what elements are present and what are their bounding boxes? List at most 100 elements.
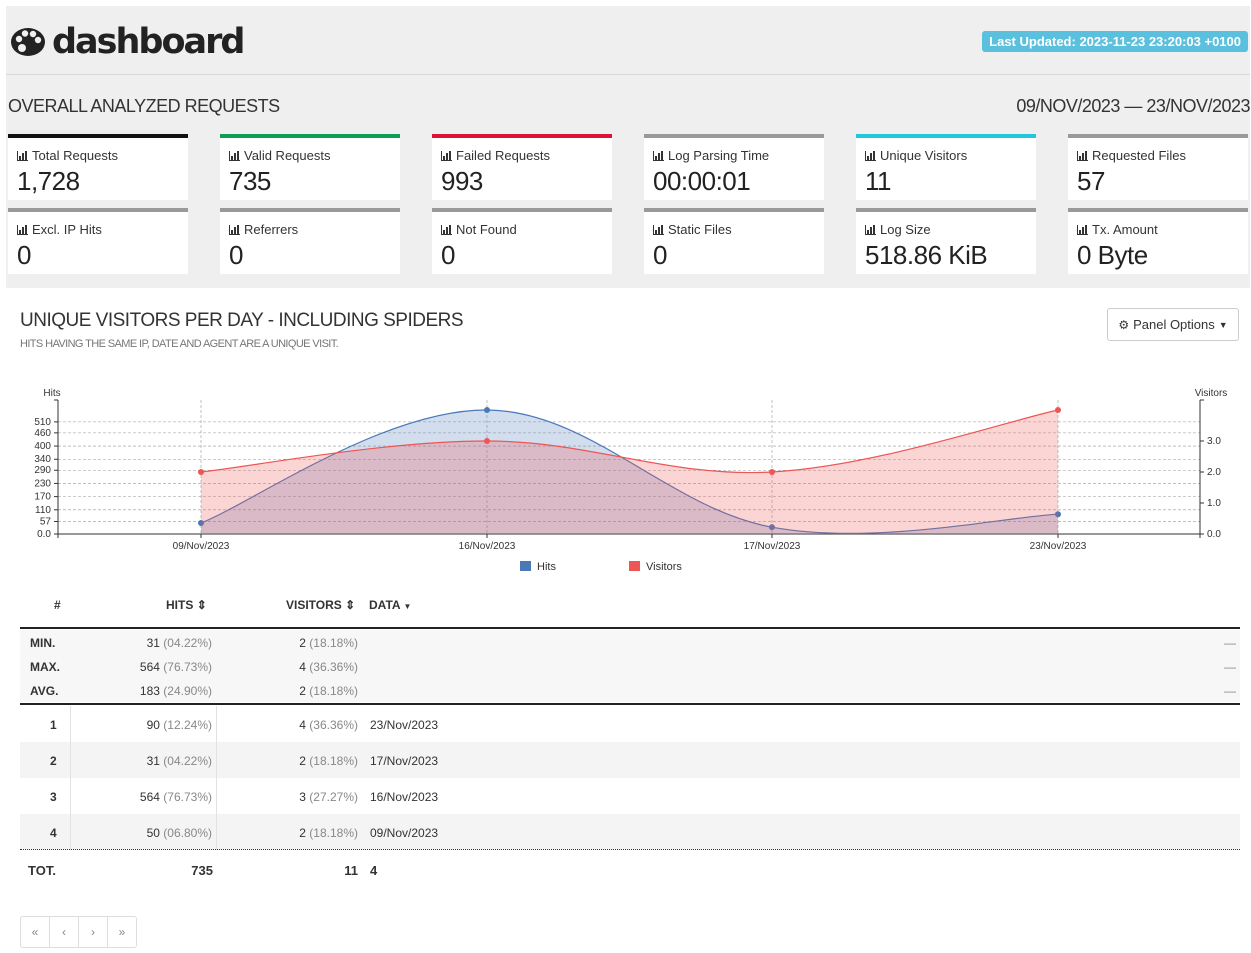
stat-card-label: Unique Visitors <box>865 148 967 163</box>
y-tick-label: 57 <box>40 516 52 527</box>
gear-icon: ⚙ <box>1118 317 1130 332</box>
total-row: TOT. 735 11 4 <box>20 856 1240 892</box>
summary-label: AVG. <box>30 684 59 698</box>
row-num: 4 <box>50 826 57 840</box>
summary-hits-value: 564 <box>139 660 160 674</box>
row-hits: 31 (04.22%) <box>120 754 212 768</box>
table-row[interactable]: 4 50 (06.80%) 2 (18.18%) 09/Nov/2023 <box>20 814 1240 850</box>
panel-subtitle: HITS HAVING THE SAME IP, DATE AND AGENT … <box>20 338 339 350</box>
row-data: 17/Nov/2023 <box>370 754 439 768</box>
series-area <box>201 410 1058 534</box>
pagination: « ‹ › » <box>20 916 137 948</box>
summary-hits-value: 183 <box>139 684 160 698</box>
row-visitors-value: 2 <box>299 754 306 768</box>
first-page-button[interactable]: « <box>21 917 50 947</box>
stat-card-label-text: Referrers <box>244 222 299 237</box>
row-hits: 90 (12.24%) <box>120 718 212 732</box>
data-point <box>198 469 204 475</box>
table-row[interactable]: 1 90 (12.24%) 4 (36.36%) 23/Nov/2023 <box>20 706 1240 742</box>
y-tick-label: 340 <box>34 454 51 465</box>
row-hits-pct: (04.22%) <box>163 754 212 768</box>
row-visitors-pct: (27.27%) <box>309 790 358 804</box>
row-hits-pct: (12.24%) <box>163 718 212 732</box>
stat-card: Failed Requests 993 <box>432 134 612 200</box>
row-num: 1 <box>50 718 57 732</box>
sort-icon: ⇕ <box>345 598 356 612</box>
summary-row: MIN. 31 (04.22%) 2 (18.18%) — <box>20 630 1240 654</box>
stat-card: Log Parsing Time 00:00:01 <box>644 134 824 200</box>
col-header-data[interactable]: DATA ▼ <box>369 598 411 612</box>
col-header-num: # <box>54 598 61 612</box>
stat-card-label: Excl. IP Hits <box>17 222 102 237</box>
stat-card-label-text: Unique Visitors <box>880 148 968 163</box>
stat-card-value: 57 <box>1077 166 1105 196</box>
row-hits-pct: (06.80%) <box>163 826 212 840</box>
overview-title: OVERALL ANALYZED REQUESTS <box>8 96 280 116</box>
stat-card: Valid Requests 735 <box>220 134 400 200</box>
y2-axis-label: Visitors <box>1195 388 1228 399</box>
bar-chart-icon <box>653 224 664 235</box>
row-visitors: 3 (27.27%) <box>270 790 358 804</box>
stat-card: Requested Files 57 <box>1068 134 1248 200</box>
prev-page-button[interactable]: ‹ <box>50 917 79 947</box>
stat-card-label: Failed Requests <box>441 148 550 163</box>
stat-card-value: 0 <box>229 240 243 270</box>
bar-chart-icon <box>1077 224 1088 235</box>
total-hits: 735 <box>191 863 213 878</box>
summary-visitors: 2 (18.18%) <box>270 636 358 650</box>
stat-card-value: 518.86 KiB <box>865 240 988 270</box>
stat-card-label: Tx. Amount <box>1077 222 1158 237</box>
total-label: TOT. <box>28 863 56 878</box>
last-page-button[interactable]: » <box>108 917 136 947</box>
sort-icon: ⇕ <box>196 598 207 612</box>
panel-options-button[interactable]: ⚙ Panel Options ▼ <box>1107 308 1239 341</box>
bar-chart-icon <box>17 150 28 161</box>
summary-visitors-value: 2 <box>299 636 306 650</box>
summary-hits-pct: (04.22%) <box>163 636 212 650</box>
row-hits-value: 50 <box>146 826 160 840</box>
stat-card: Total Requests 1,728 <box>8 134 188 200</box>
panel-title: UNIQUE VISITORS PER DAY - INCLUDING SPID… <box>20 310 464 331</box>
bar-chart-icon <box>865 224 876 235</box>
panel-options-label: Panel Options <box>1133 317 1215 332</box>
col-divider <box>216 742 217 778</box>
y-tick-label: 290 <box>34 465 51 476</box>
total-divider <box>20 849 1240 850</box>
bar-chart-icon <box>17 224 28 235</box>
summary-hits: 564 (76.73%) <box>130 660 212 674</box>
summary-row: MAX. 564 (76.73%) 4 (36.36%) — <box>20 654 1240 678</box>
bar-chart-icon <box>229 150 240 161</box>
col-header-visitors[interactable]: VISITORS ⇕ <box>286 598 355 612</box>
visitors-panel: UNIQUE VISITORS PER DAY - INCLUDING SPID… <box>6 288 1250 948</box>
stat-card-value: 00:00:01 <box>653 166 751 196</box>
stat-card-label: Static Files <box>653 222 732 237</box>
bar-chart-icon <box>441 224 452 235</box>
overview-date-range: 09/NOV/2023 — 23/NOV/2023 <box>1016 96 1250 116</box>
y2-tick-label: 0.0 <box>1207 529 1221 540</box>
stat-card-label-text: Total Requests <box>32 148 118 163</box>
palette-icon <box>11 28 45 56</box>
next-page-button[interactable]: › <box>79 917 108 947</box>
data-point <box>484 407 490 413</box>
stat-card-value: 0 <box>653 240 667 270</box>
stat-card-label: Log Size <box>865 222 931 237</box>
row-hits: 564 (76.73%) <box>120 790 212 804</box>
stat-card-label-text: Log Size <box>880 222 931 237</box>
stat-card-value: 11 <box>865 166 892 196</box>
row-visitors-value: 3 <box>299 790 306 804</box>
table-row[interactable]: 2 31 (04.22%) 2 (18.18%) 17/Nov/2023 <box>20 742 1240 778</box>
summary-dash: — <box>1224 660 1236 674</box>
summary-label: MAX. <box>30 660 60 674</box>
y2-tick-label: 1.0 <box>1207 498 1221 509</box>
col-divider <box>216 778 217 814</box>
col-header-hits[interactable]: HITS ⇕ <box>166 598 207 612</box>
stat-card-label-text: Failed Requests <box>456 148 550 163</box>
stat-card-label-text: Not Found <box>456 222 517 237</box>
row-visitors-value: 2 <box>299 826 306 840</box>
stat-card-label-text: Log Parsing Time <box>668 148 770 163</box>
x-tick-label: 23/Nov/2023 <box>1030 541 1087 552</box>
stat-card: Unique Visitors 11 <box>856 134 1036 200</box>
summary-dash: — <box>1224 636 1236 650</box>
table-row[interactable]: 3 564 (76.73%) 3 (27.27%) 16/Nov/2023 <box>20 778 1240 814</box>
stat-card-label: Valid Requests <box>229 148 330 163</box>
